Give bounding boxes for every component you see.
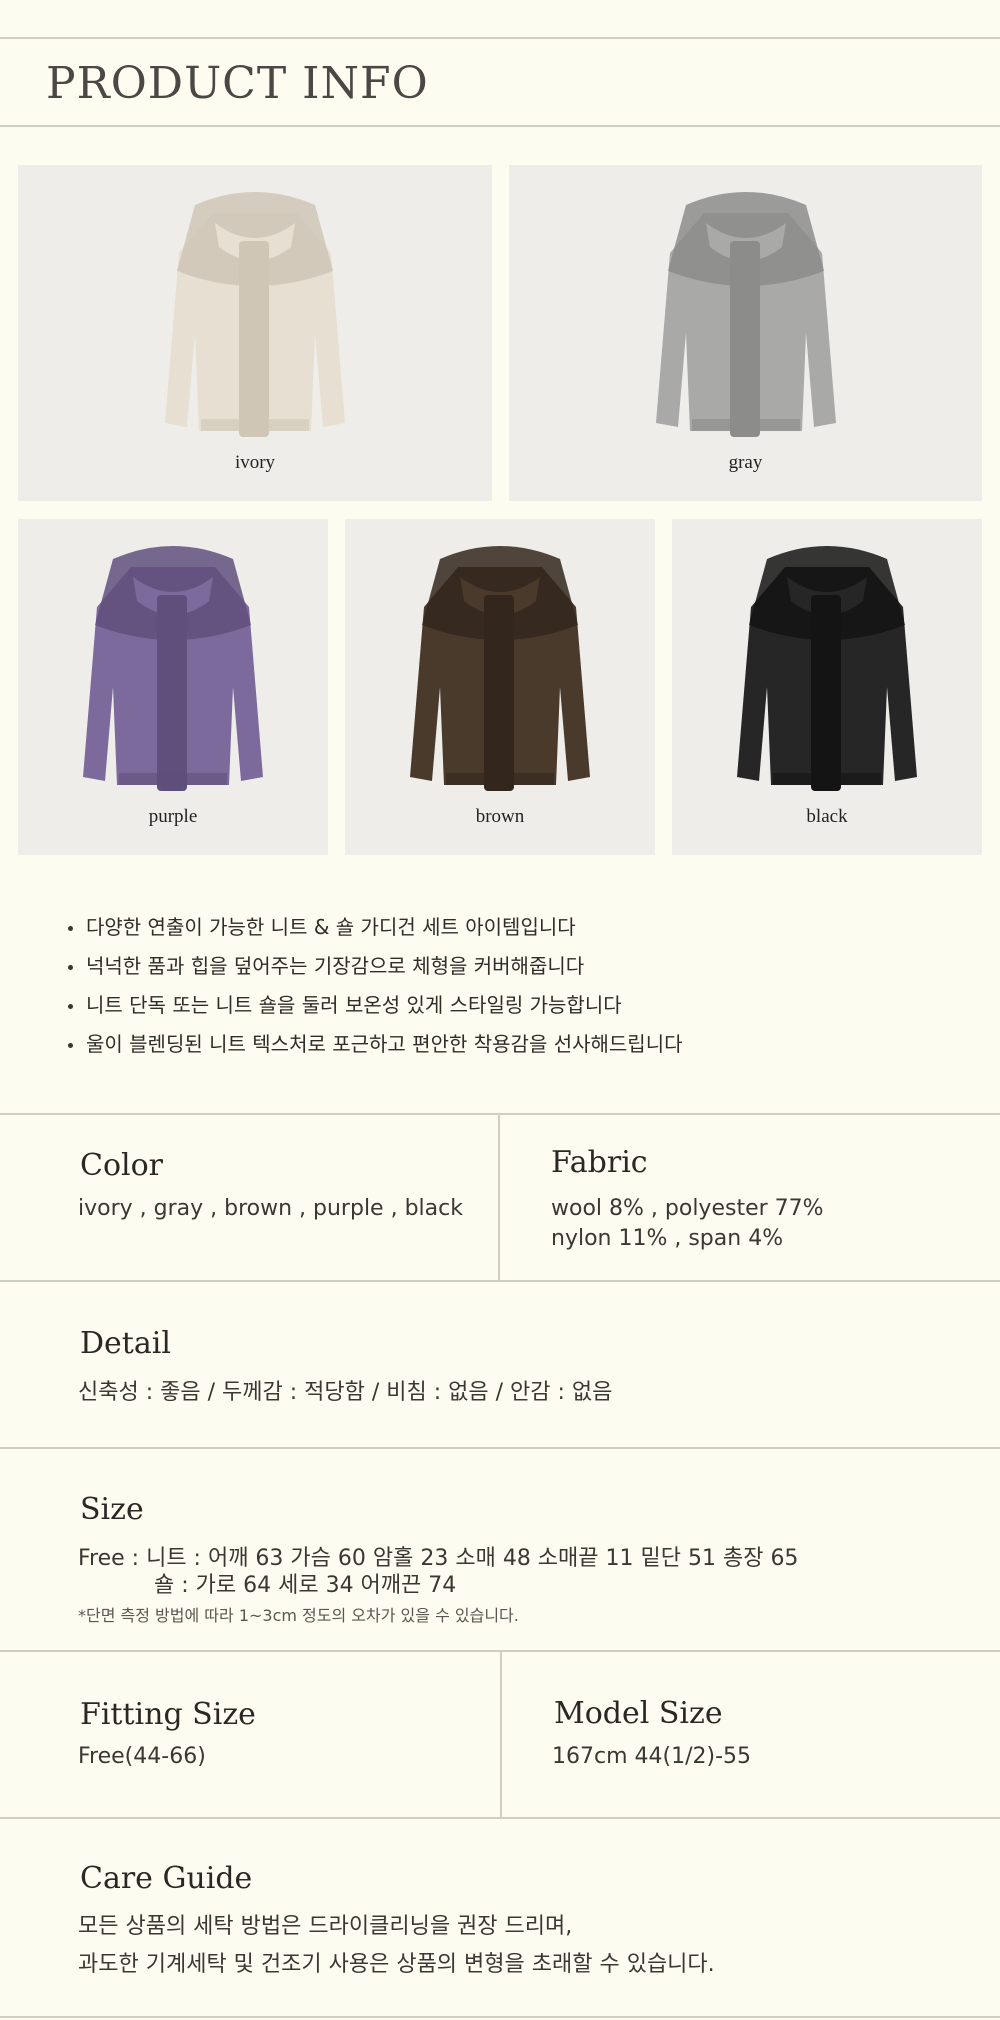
color-value: ivory , gray , brown , purple , black: [78, 1196, 463, 1221]
detail-value: 신축성 : 좋음 / 두께감 : 적당함 / 비침 : 없음 / 안감 : 없음: [78, 1380, 613, 1405]
product-card-brown[interactable]: brown: [345, 519, 655, 855]
product-card-black[interactable]: black: [672, 519, 982, 855]
care-guide-label: Care Guide: [80, 1861, 253, 1896]
page-title: PRODUCT INFO: [46, 58, 429, 109]
size-label: Size: [80, 1492, 144, 1527]
product-card-purple[interactable]: purple: [18, 519, 328, 855]
fitting-size-label: Fitting Size: [80, 1697, 256, 1732]
divider: [0, 1447, 1000, 1449]
product-caption: ivory: [234, 452, 276, 473]
list-item: 다양한 연출이 가능한 니트 & 숄 가디건 세트 아이템입니다: [66, 908, 683, 947]
divider: [0, 1817, 1000, 1819]
size-note: *단면 측정 방법에 따라 1~3cm 정도의 오차가 있을 수 있습니다.: [78, 1606, 519, 1625]
sweater-image: [656, 192, 836, 437]
fitting-size-value: Free(44-66): [78, 1744, 206, 1769]
sweater-image: [83, 546, 263, 791]
fabric-label: Fabric: [551, 1145, 648, 1180]
color-label: Color: [80, 1148, 164, 1183]
size-value: 숄 : 가로 64 세로 34 어깨끈 74: [154, 1573, 457, 1598]
divider: [0, 1280, 1000, 1282]
product-card-ivory[interactable]: ivory: [18, 165, 492, 501]
feature-list: 다양한 연출이 가능한 니트 & 숄 가디건 세트 아이템입니다 넉넉한 품과 …: [66, 908, 683, 1064]
product-caption: purple: [148, 806, 198, 827]
fabric-value: nylon 11% , span 4%: [551, 1226, 784, 1251]
product-caption: brown: [475, 806, 525, 827]
fabric-value: wool 8% , polyester 77%: [551, 1196, 824, 1221]
divider: [498, 1113, 500, 1281]
list-item: 넉넉한 품과 힙을 덮어주는 기장감으로 체형을 커버해줍니다: [66, 947, 683, 986]
list-item: 울이 블렌딩된 니트 텍스처로 포근하고 편안한 착용감을 선사해드립니다: [66, 1025, 683, 1064]
product-caption: gray: [728, 452, 763, 473]
sweater-image: [165, 192, 345, 437]
care-guide-text: 모든 상품의 세탁 방법은 드라이클리닝을 권장 드리며,: [78, 1914, 573, 1939]
list-item: 니트 단독 또는 니트 숄을 둘러 보온성 있게 스타일링 가능합니다: [66, 986, 683, 1025]
product-card-gray[interactable]: gray: [509, 165, 982, 501]
care-guide-text: 과도한 기계세탁 및 건조기 사용은 상품의 변형을 초래할 수 있습니다.: [78, 1952, 715, 1977]
divider: [500, 1650, 502, 1818]
detail-label: Detail: [80, 1326, 171, 1361]
sweater-image: [410, 546, 590, 791]
divider: [0, 125, 1000, 127]
sweater-image: [737, 546, 917, 791]
divider: [0, 1113, 1000, 1115]
divider: [0, 2016, 1000, 2018]
model-size-value: 167cm 44(1/2)-55: [552, 1744, 752, 1769]
product-caption: black: [806, 806, 848, 827]
product-info-page: PRODUCT INFO ivory gray purple brown bla…: [0, 0, 1000, 2020]
divider: [0, 37, 1000, 39]
model-size-label: Model Size: [554, 1696, 723, 1731]
